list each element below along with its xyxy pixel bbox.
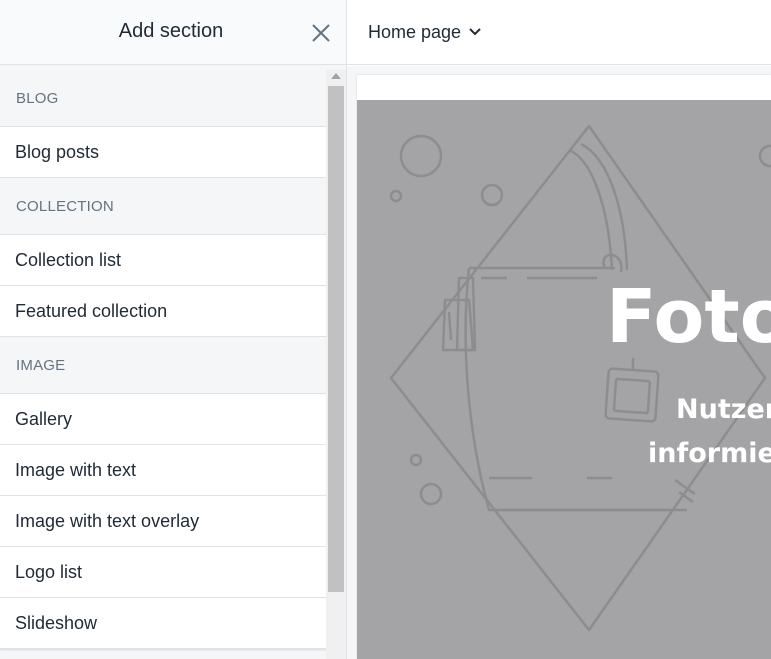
hero-subtitle: Nutzer informie xyxy=(640,388,771,476)
section-item-image-with-text-overlay[interactable]: Image with text overlay xyxy=(0,496,326,547)
section-list: BLOG Blog posts COLLECTION Collection li… xyxy=(0,70,326,659)
page-selector-dropdown[interactable]: Home page xyxy=(368,18,481,46)
hero-subtitle-line2: informie xyxy=(648,438,771,469)
close-button[interactable] xyxy=(306,18,336,48)
scroll-thumb[interactable] xyxy=(328,86,344,592)
hero-subtitle-line1: Nutzer xyxy=(676,394,771,425)
scroll-up-arrow-icon[interactable] xyxy=(331,73,341,79)
section-item-featured-collection[interactable]: Featured collection xyxy=(0,286,326,337)
section-item-collection-list[interactable]: Collection list xyxy=(0,235,326,286)
panel-scrollbar[interactable] xyxy=(326,70,346,659)
handbag-illustration-icon xyxy=(389,124,771,632)
panel-title: Add section xyxy=(118,20,224,42)
theme-editor: Add section BLOG Blog posts COLLECTION C… xyxy=(0,0,771,659)
panel-header: Add section xyxy=(0,0,346,65)
group-header-collection: COLLECTION xyxy=(0,178,326,235)
section-item-slideshow[interactable]: Slideshow xyxy=(0,598,326,649)
preview-toolbar: Home page xyxy=(347,0,771,65)
chevron-down-icon xyxy=(469,28,481,36)
hero-image-overlay[interactable]: Foto Nutzer informie xyxy=(357,100,771,659)
page-selector-label: Home page xyxy=(368,22,462,42)
section-item-image-with-text[interactable]: Image with text xyxy=(0,445,326,496)
group-header-blog: BLOG xyxy=(0,70,326,127)
group-header-image: IMAGE xyxy=(0,337,326,394)
close-icon xyxy=(312,24,330,42)
add-section-panel: Add section BLOG Blog posts COLLECTION C… xyxy=(0,0,347,659)
section-item-logo-list[interactable]: Logo list xyxy=(0,547,326,598)
section-item-blog-posts[interactable]: Blog posts xyxy=(0,127,326,178)
hero-title: Foto xyxy=(606,274,771,360)
section-item-gallery[interactable]: Gallery xyxy=(0,394,326,445)
